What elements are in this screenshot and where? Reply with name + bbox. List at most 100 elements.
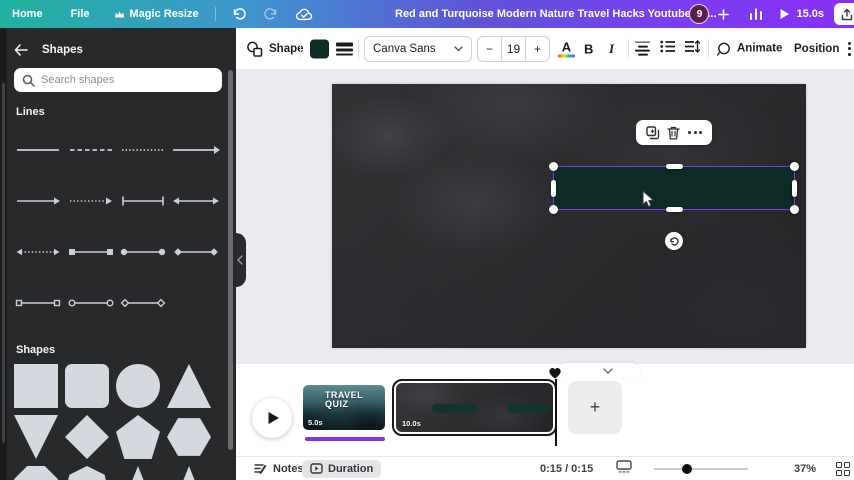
resize-handle-ne[interactable] <box>790 162 799 171</box>
circle-shape[interactable] <box>116 364 160 408</box>
redo-button[interactable] <box>263 7 278 21</box>
border-weight-button[interactable] <box>336 42 353 55</box>
sidebar-scrollbar[interactable] <box>228 70 233 450</box>
rotate-handle[interactable] <box>665 232 683 250</box>
canvas-area[interactable] <box>236 70 854 364</box>
preview-play-button[interactable] <box>779 8 790 20</box>
resize-handle-e[interactable] <box>792 180 797 197</box>
magic-resize-menu[interactable]: Magic Resize <box>114 8 199 20</box>
add-page-button[interactable]: + <box>568 381 622 434</box>
back-arrow-icon[interactable] <box>14 44 28 56</box>
line-open-diamond-ends[interactable] <box>117 277 170 328</box>
line-open-circle-ends[interactable] <box>65 277 118 328</box>
font-size-increase[interactable]: + <box>525 36 549 61</box>
document-title[interactable]: Red and Turquoise Modern Nature Travel H… <box>395 0 717 28</box>
chevron-left-icon <box>237 255 243 265</box>
animate-button[interactable]: Animate <box>716 41 782 56</box>
line-square-ends[interactable] <box>65 226 118 277</box>
shape-tool-button[interactable]: Shape <box>246 41 304 57</box>
hexagon-shape[interactable] <box>167 418 211 456</box>
search-input[interactable] <box>41 74 201 86</box>
heptagon-shape[interactable] <box>65 466 109 480</box>
chevron-down-icon <box>454 45 463 51</box>
resize-handle-sw[interactable] <box>549 205 558 214</box>
pages-view-button[interactable] <box>616 459 632 478</box>
zoom-slider[interactable] <box>654 463 748 474</box>
font-size-value[interactable]: 19 <box>501 36 525 61</box>
text-align-button[interactable] <box>635 41 650 56</box>
rail-scrollbar[interactable] <box>2 83 5 443</box>
dot <box>848 41 851 45</box>
mouse-cursor <box>642 190 654 208</box>
page-1-thumbnail[interactable]: TRAVEL QUIZ 5.0s <box>303 385 385 430</box>
undo-button[interactable] <box>232 7 247 21</box>
line-diamond-ends[interactable] <box>170 226 223 277</box>
pentagon-shape[interactable] <box>116 415 160 459</box>
star-shape-2[interactable] <box>167 466 211 480</box>
selected-rectangle-element[interactable] <box>549 162 799 214</box>
playhead-marker-icon[interactable] <box>547 366 563 379</box>
video-frame[interactable] <box>332 84 806 348</box>
toolbar-divider-3 <box>628 38 629 59</box>
square-shape[interactable] <box>14 364 58 408</box>
quiz-text: QUIZ <box>325 399 349 409</box>
align-line <box>637 54 648 56</box>
arrow-right[interactable] <box>170 124 223 175</box>
timeline-play-button[interactable] <box>252 398 292 438</box>
duration-button[interactable]: Duration <box>302 459 382 478</box>
more-options-button[interactable] <box>848 41 851 56</box>
zoom-slider-track[interactable] <box>654 467 748 470</box>
font-family-dropdown[interactable]: Canva Sans <box>364 35 472 62</box>
zoom-slider-knob[interactable] <box>682 463 692 474</box>
bullet-list-button[interactable] <box>660 40 676 58</box>
play-icon <box>780 9 790 19</box>
line-circle-ends[interactable] <box>117 226 170 277</box>
search-box[interactable] <box>14 68 222 92</box>
page-2-thumbnail-selected[interactable]: 10.0s <box>392 379 557 436</box>
triangle-shape[interactable] <box>167 364 211 408</box>
font-size-decrease[interactable]: − <box>478 37 501 61</box>
resize-handle-n[interactable] <box>666 164 683 169</box>
bold-button[interactable]: B <box>584 41 593 56</box>
italic-button[interactable]: I <box>609 41 614 57</box>
grid-view-button[interactable] <box>836 461 850 476</box>
share-button[interactable] <box>834 3 854 25</box>
add-collaborator-button[interactable] <box>713 4 733 24</box>
resize-handle-s[interactable] <box>666 207 683 212</box>
insights-button[interactable] <box>749 8 763 20</box>
line-bar-ends[interactable] <box>117 175 170 226</box>
text-color-button[interactable]: A <box>558 40 575 57</box>
redo-icon <box>263 7 276 20</box>
double-arrow[interactable] <box>170 175 223 226</box>
line-open-square-ends[interactable] <box>12 277 65 328</box>
more-actions-button[interactable] <box>688 131 703 134</box>
timeline-collapse-tab[interactable] <box>558 363 640 378</box>
position-button[interactable]: Position <box>794 43 839 55</box>
cloud-save-status[interactable] <box>295 8 313 21</box>
file-menu[interactable]: File <box>71 8 90 20</box>
dotted-arrow-right[interactable] <box>65 175 118 226</box>
delete-icon[interactable] <box>667 126 681 140</box>
resize-handle-w[interactable] <box>551 180 556 197</box>
thin-arrow-right[interactable] <box>12 175 65 226</box>
notes-button[interactable]: Notes <box>254 463 304 475</box>
dotted-line[interactable] <box>117 124 170 175</box>
inverted-triangle-shape[interactable] <box>14 415 58 459</box>
collaborator-badge[interactable]: 9 <box>689 4 710 24</box>
resize-handle-se[interactable] <box>790 205 799 214</box>
shapes-grid <box>14 364 224 480</box>
dashed-line[interactable] <box>65 124 118 175</box>
resize-handle-nw[interactable] <box>549 162 558 171</box>
border-weight-icon <box>336 42 353 46</box>
star-shape[interactable] <box>116 466 160 480</box>
playhead-line[interactable] <box>555 379 557 446</box>
fill-color-swatch[interactable] <box>310 39 329 58</box>
rounded-square-shape[interactable] <box>65 364 109 408</box>
solid-line[interactable] <box>12 124 65 175</box>
home-menu[interactable]: Home <box>12 8 43 20</box>
diamond-shape[interactable] <box>65 415 109 459</box>
dotted-double-arrow[interactable] <box>12 226 65 277</box>
octagon-shape[interactable] <box>14 466 58 480</box>
duplicate-icon[interactable] <box>646 125 660 140</box>
line-spacing-button[interactable] <box>684 39 701 58</box>
